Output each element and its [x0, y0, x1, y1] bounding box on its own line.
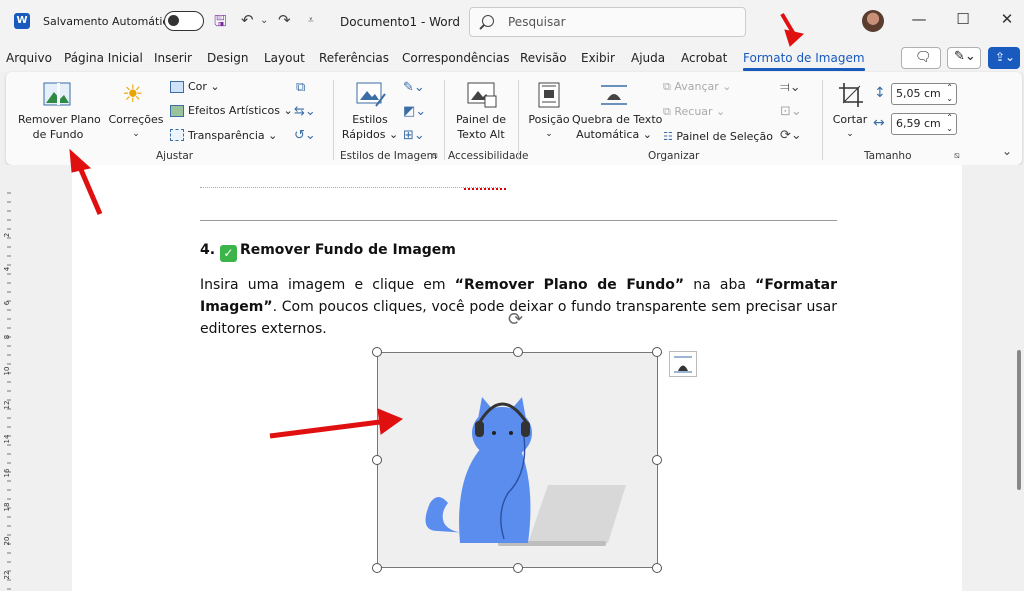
- arrow-icon: [69, 12, 805, 439]
- annotation-arrows: [69, 12, 805, 439]
